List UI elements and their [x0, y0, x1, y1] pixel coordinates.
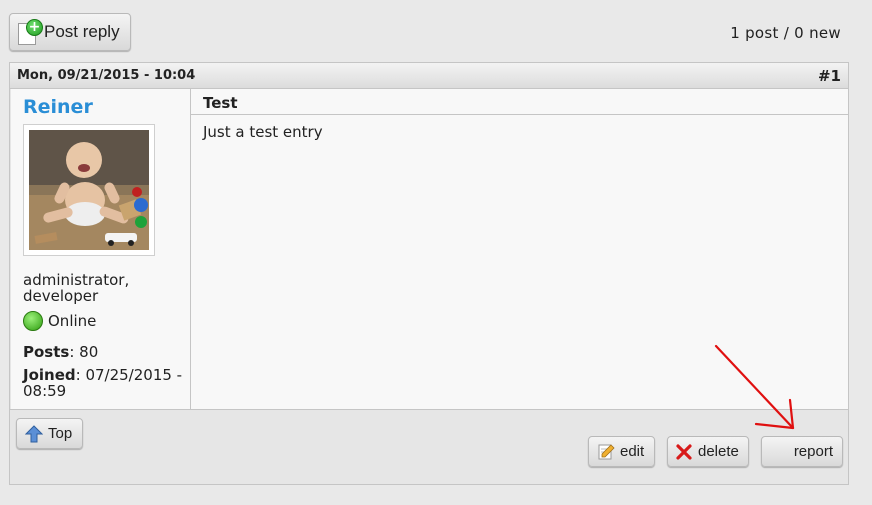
red-x-icon	[676, 443, 692, 460]
post-reply-button[interactable]: + Post reply	[9, 13, 131, 51]
pencil-note-icon	[598, 443, 615, 459]
author-roles: administrator, developer	[23, 271, 130, 305]
top-button[interactable]: Top	[16, 418, 83, 449]
author-name-link[interactable]: Reiner	[23, 96, 93, 118]
edit-button[interactable]: edit	[588, 436, 655, 467]
post-reply-label: Post reply	[44, 22, 120, 41]
delete-label: delete	[698, 443, 739, 460]
arrow-up-icon	[25, 424, 43, 442]
online-status-label: Online	[48, 312, 97, 330]
posts-label: Posts	[23, 343, 70, 361]
author-panel: Reiner administrator, developer Online P…	[11, 89, 191, 409]
red-arrow-annotation	[714, 344, 795, 430]
post-header: Mon, 09/21/2015 - 10:04 #1	[10, 63, 848, 89]
post-date: Mon, 09/21/2015 - 10:04	[17, 68, 196, 83]
post-subject: Test	[191, 89, 848, 115]
delete-button[interactable]: delete	[667, 436, 749, 467]
document-plus-icon: +	[16, 19, 43, 45]
report-button[interactable]: report	[761, 436, 843, 467]
post-count: 1 post / 0 new	[730, 24, 841, 42]
report-label: report	[793, 443, 833, 460]
avatar[interactable]	[23, 124, 155, 256]
edit-label: edit	[620, 443, 645, 460]
posts-value: : 80	[69, 343, 99, 361]
author-post-count: Posts: 80	[23, 343, 98, 361]
post-body: Just a test entry	[203, 123, 323, 141]
post-permalink-number[interactable]: #1	[818, 67, 841, 85]
green-dot-icon	[23, 311, 43, 331]
online-status: Online	[23, 311, 96, 331]
avatar-image	[29, 130, 149, 250]
author-joined: Joined: 07/25/2015 - 08:59	[23, 367, 183, 399]
top-label: Top	[48, 425, 73, 442]
